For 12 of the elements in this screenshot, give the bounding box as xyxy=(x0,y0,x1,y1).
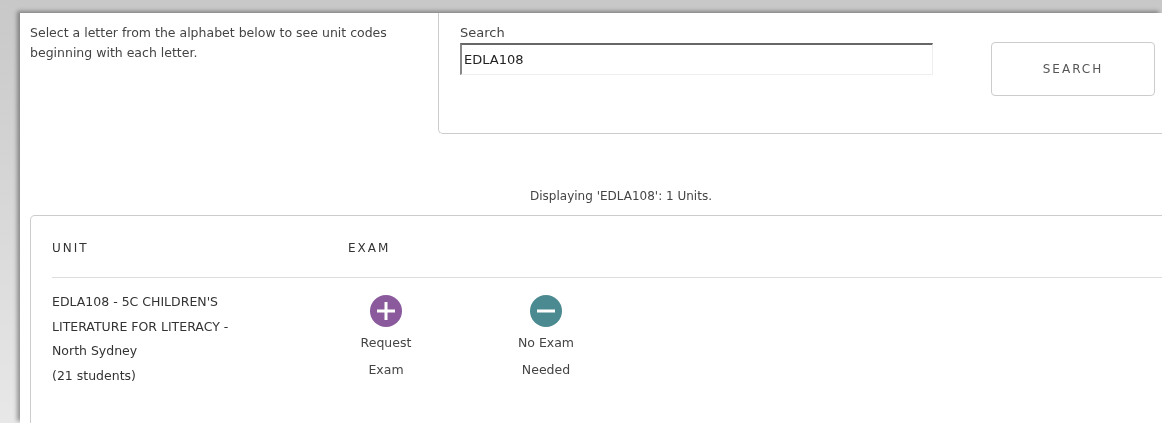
search-button[interactable]: SEARCH xyxy=(991,42,1155,96)
minus-icon[interactable] xyxy=(530,295,562,327)
plus-icon[interactable] xyxy=(370,295,402,327)
search-label: Search xyxy=(460,24,506,42)
instructions-text: Select a letter from the alphabet below to see unit codes beginning with each letter. xyxy=(29,24,388,62)
column-header: UNIT xyxy=(52,239,90,255)
column-header: EXAM xyxy=(348,239,392,255)
result-summary: Displaying 'EDLA108': 1 Units. xyxy=(530,189,712,203)
unit-text: EDLA108 - 5C CHILDREN'S LITERATURE FOR LITERACY - North Sydney (21 students) xyxy=(52,293,230,385)
action-label: No Exam Needed xyxy=(516,334,576,379)
action-label: Request Exam xyxy=(359,334,413,379)
search-field[interactable]: EDLA108 xyxy=(460,43,933,75)
